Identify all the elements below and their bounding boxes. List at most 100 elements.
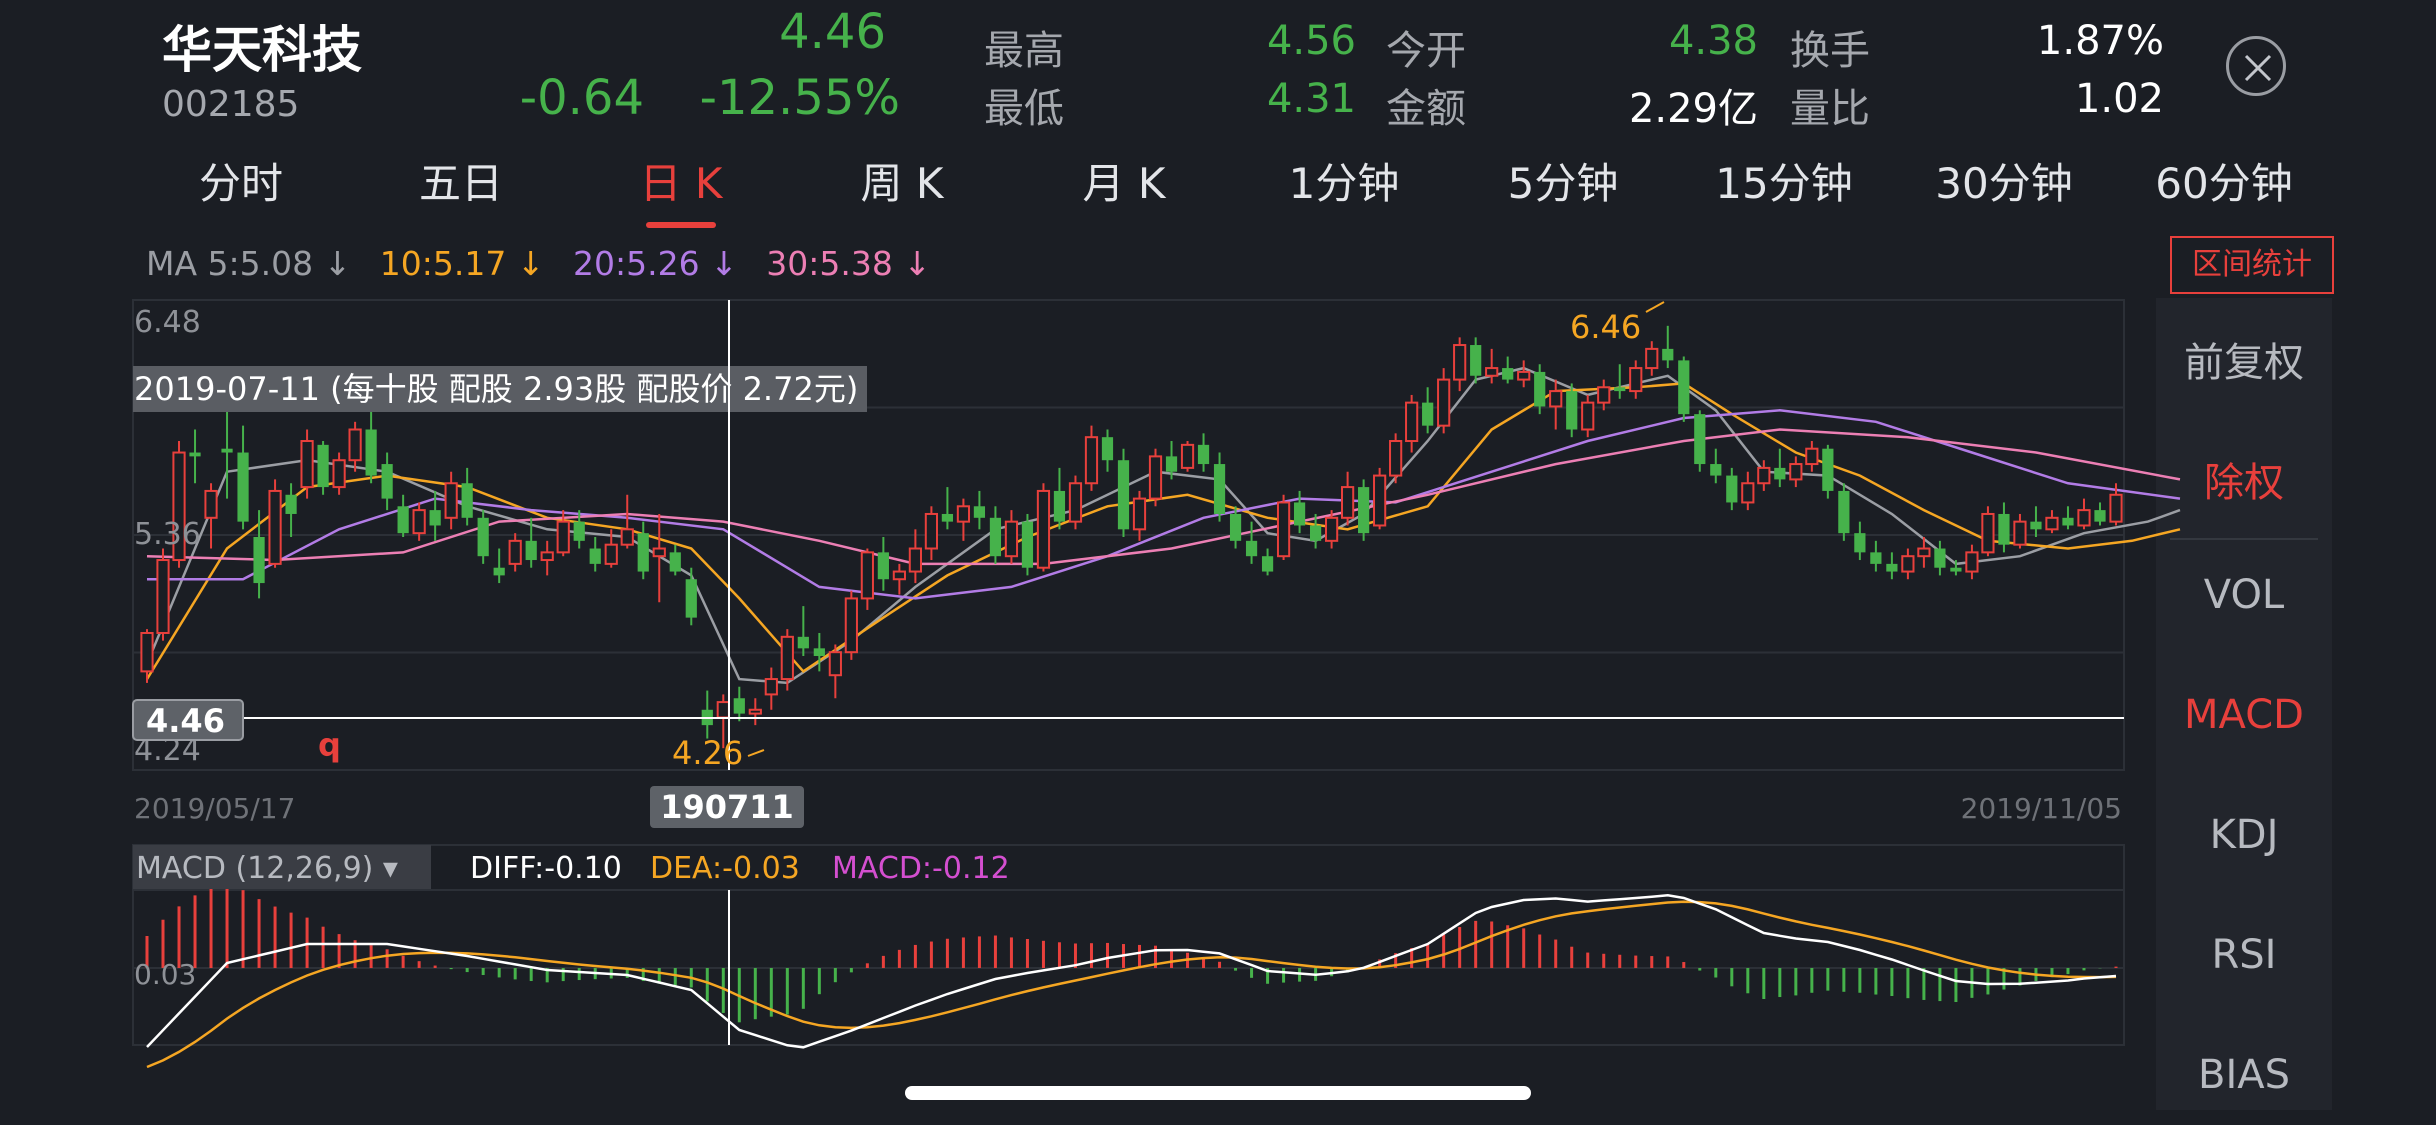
candle-body [365,429,377,476]
candle-body [300,440,314,489]
candle-body [1981,512,1995,554]
candle-body [1053,490,1066,522]
candle-body [1662,348,1674,361]
candle-body [2030,521,2042,530]
candle-body [1405,401,1419,443]
candle-body [221,448,233,453]
y-label-mid: 5.36 [134,517,201,552]
candle-body [1741,482,1755,504]
high-marker-pointer [1645,301,1665,313]
candle-body [237,452,249,522]
candle-body [1373,474,1387,527]
candle-body [1324,516,1339,542]
candle-body [1276,501,1291,558]
candle-body [1854,533,1866,553]
candle-body [285,494,297,514]
candle-body [1004,520,1019,558]
candle-body [1229,513,1242,541]
candle-body [1422,402,1434,426]
candle-body [429,510,441,526]
low-marker: 4.26 [672,734,743,772]
candle-body [2109,493,2123,523]
candle-body [1549,390,1563,408]
candle-body [1358,487,1370,534]
event-marker: q [318,726,341,764]
candle-body [1534,371,1546,407]
candle-body [1502,368,1514,380]
macd-selector[interactable]: MACD (12,26,9) ▾ [136,851,398,886]
candle-body [1774,467,1786,480]
candle-body [268,489,282,565]
kline-chart[interactable]: 6.48 5.36 4.24 2019-07-11 (每十股 配股 2.93股 … [0,0,2436,1125]
candle-body [525,540,537,561]
home-indicator [905,1086,1531,1100]
candle-body [540,551,554,562]
candle-body [1389,440,1403,477]
ma-line-ma10 [145,382,2181,680]
candle-body [1517,370,1531,381]
high-marker: 6.46 [1570,308,1641,346]
x-label-end: 2019/11/05 [1961,792,2122,825]
candle-body [924,512,939,550]
candle-body [1870,552,1882,564]
candle-body [1485,367,1499,377]
candle-body [1148,455,1163,500]
candle-body [1117,460,1130,530]
candle-body [1950,567,1962,572]
candle-body [1341,486,1355,519]
candle-body [1036,489,1051,569]
candle-body [1629,367,1643,393]
crosshair-date: 190711 [660,788,794,826]
candle-body [1068,482,1083,523]
candle-body [1789,463,1803,481]
candle-body [1470,345,1482,376]
candle-body [2045,516,2059,531]
candle-body [1805,447,1819,466]
candle-body [1901,555,1915,573]
candle-body [508,539,522,565]
candle-body [1726,475,1738,503]
candle-body [477,517,489,557]
candle-body [1084,436,1099,485]
x-label-start: 2019/05/17 [134,792,295,825]
candle-body [892,570,906,581]
macd-frame [132,844,2125,1046]
macd-dea-line [146,900,2117,1069]
candle-body [1998,513,2010,545]
candle-body [1213,464,1226,514]
candle-body [1934,548,1946,568]
candle-body [1965,551,1979,573]
candle-body [956,505,971,523]
candle-body [189,452,201,457]
candle-body [716,701,730,719]
candle-body [1886,563,1898,572]
crosshair-price: 4.46 [146,702,225,740]
macd-value-label: MACD:-0.12 [832,851,1010,886]
candle-body [1197,444,1210,465]
candle-body [348,428,362,462]
candle-body [1757,466,1771,485]
candle-body [1678,360,1690,415]
macd-diff-label: DIFF:-0.10 [470,851,622,886]
candle-body [204,489,218,519]
candle-body [1261,556,1274,572]
candle-body [2094,510,2106,522]
candle-body [669,552,681,572]
candle-body [637,533,649,572]
candle-body [397,506,409,534]
macd-diff-line [146,894,2117,1049]
candle-body [1293,502,1306,526]
candle-body [1581,401,1595,431]
candle-body [317,444,329,488]
candle-body [1694,414,1706,465]
candle-body [860,551,874,600]
candle-body [748,708,762,715]
candle-body [1245,540,1258,557]
candle-body [1101,437,1114,461]
candle-body [780,635,794,681]
candle-body [1021,521,1034,568]
candle-body [2062,517,2074,526]
candle-body [412,509,426,535]
candle-body [989,517,1002,557]
candle-body [556,520,570,554]
